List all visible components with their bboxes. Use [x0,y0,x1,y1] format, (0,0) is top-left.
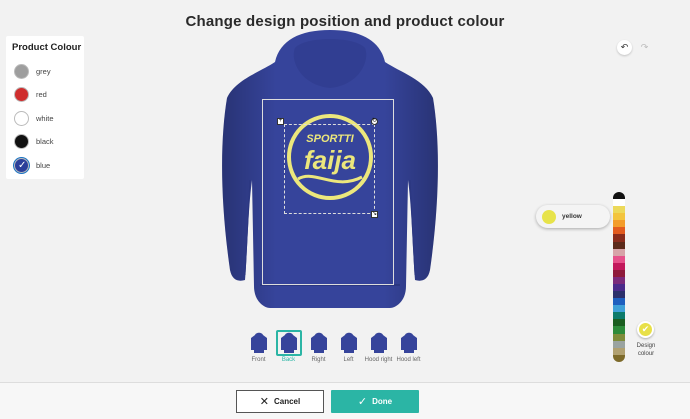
palette-colour[interactable] [613,347,625,355]
product-colour-heading: Product Colour [12,42,82,53]
selected-design-colour-pill: yellow [536,205,610,228]
cancel-button[interactable]: ✕ Cancel [236,390,324,413]
palette-colour[interactable] [613,262,625,270]
palette-colour[interactable] [613,192,625,200]
colour-option-label: blue [36,160,51,170]
check-icon: ✔ [641,324,650,334]
palette-colour[interactable] [613,241,625,249]
selected-colour-dot [542,209,556,224]
resize-handle-icon[interactable]: ↘ [371,211,378,218]
redo-icon: ↷ [640,42,649,52]
redo-button[interactable]: ↷ [637,40,652,55]
view-thumb-label: Front [251,357,266,363]
colour-swatch[interactable] [14,110,29,126]
palette-colour[interactable] [613,220,625,228]
colour-option-grey[interactable]: grey [14,63,51,79]
view-thumb-right[interactable]: Right [304,330,333,363]
page-title: Change design position and product colou… [185,13,505,30]
undo-button[interactable]: ↶ [617,40,632,55]
colour-swatch[interactable] [14,87,29,102]
check-icon: ✓ [18,159,27,171]
colour-option-label: black [36,137,54,146]
colour-option-blue[interactable]: ✓ blue [14,157,50,173]
design-colour-palette[interactable] [613,192,625,362]
palette-colour[interactable] [613,305,625,313]
view-thumb-label: Hood left [396,357,421,363]
done-button[interactable]: ✓ Done [331,390,419,413]
hoodie-thumbnail [336,330,362,356]
palette-colour[interactable] [613,255,625,263]
colour-swatch[interactable] [14,63,29,79]
product-colour-panel: Product Colour grey red white black ✓ blue [6,36,84,179]
palette-colour[interactable] [613,234,625,242]
palette-colour[interactable] [613,326,625,334]
palette-colour[interactable] [613,291,625,299]
palette-colour[interactable] [613,206,625,214]
palette-colour[interactable] [613,269,625,277]
design-colour-button[interactable]: ✔ [637,321,654,338]
colour-option-label: red [36,90,47,99]
palette-colour[interactable] [613,298,625,306]
hoodie-thumbnail [366,330,392,356]
move-handle-icon[interactable]: + [277,118,284,125]
palette-colour[interactable] [613,319,625,327]
hoodie-thumbnail [306,330,332,356]
close-icon: ✕ [259,396,269,408]
colour-option-black[interactable]: black [14,134,54,150]
palette-colour[interactable] [613,340,625,348]
view-thumb-label: Right [311,357,326,363]
colour-swatch[interactable] [14,134,29,149]
hoodie-thumbnail [396,330,422,356]
view-thumb-label: Back [281,357,296,363]
colour-option-label: grey [36,66,51,76]
palette-colour[interactable] [613,333,625,341]
rotate-handle-icon[interactable]: ↻ [371,118,378,125]
palette-colour[interactable] [613,199,625,207]
palette-colour[interactable] [613,248,625,256]
cancel-label: Cancel [273,397,301,406]
palette-colour[interactable] [613,312,625,320]
colour-option-label: white [36,113,54,123]
view-thumb-label: Left [343,357,354,363]
palette-colour[interactable] [613,213,625,221]
done-label: Done [372,397,393,406]
view-thumbnails: Front Back Right Left Hood right Hood left [244,330,424,363]
view-thumb-label: Hood right [364,357,393,363]
colour-swatch[interactable]: ✓ [14,157,29,173]
selected-colour-name: yellow [562,213,582,220]
hoodie-thumbnail [275,330,302,356]
palette-colour[interactable] [613,354,625,362]
view-thumb-hood-right[interactable]: Hood right [364,330,393,363]
check-icon: ✓ [357,396,368,408]
hoodie-thumbnail [246,330,272,356]
palette-colour[interactable] [613,227,625,235]
view-thumb-back[interactable]: Back [274,330,303,363]
view-thumb-hood-left[interactable]: Hood left [394,330,423,363]
undo-icon: ↶ [620,42,629,52]
colour-option-red[interactable]: red [14,87,47,103]
colour-option-white[interactable]: white [14,110,54,126]
design-colour-label: Design colour [636,343,656,357]
palette-colour[interactable] [613,276,625,285]
view-thumb-left[interactable]: Left [334,330,363,363]
view-thumb-front[interactable]: Front [244,330,273,363]
palette-colour[interactable] [613,284,625,292]
design-selection[interactable] [284,124,375,214]
